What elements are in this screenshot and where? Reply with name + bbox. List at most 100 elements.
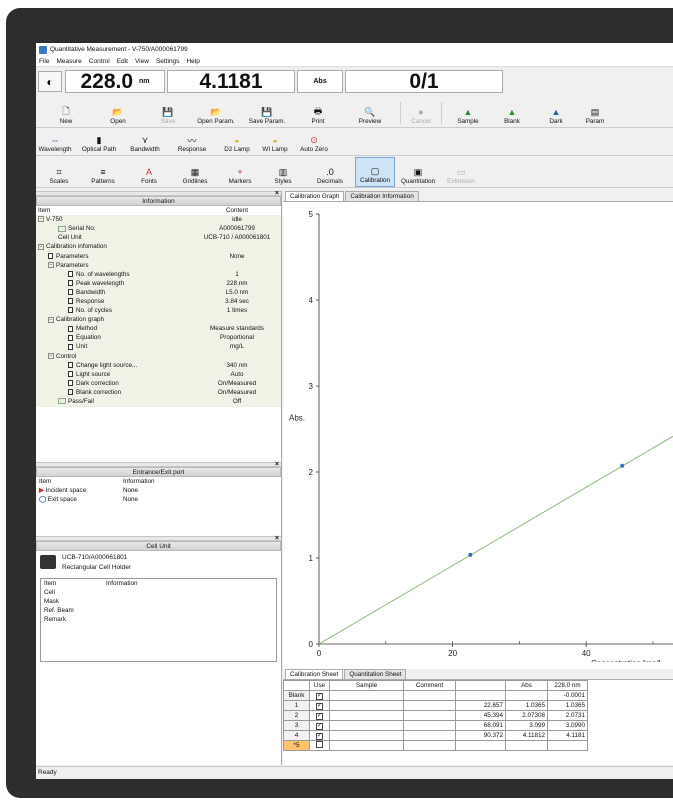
tab-calibration-graph[interactable]: Calibration Graph bbox=[285, 191, 345, 201]
sheet-cell-nm[interactable]: 2.0731 bbox=[547, 710, 588, 721]
sheet-cell-sample[interactable] bbox=[329, 700, 404, 711]
save-button[interactable]: 💾 Save bbox=[146, 99, 190, 127]
sheet-cell-comment[interactable] bbox=[403, 720, 456, 731]
calibration-button[interactable]: ▢ Calibration bbox=[355, 157, 395, 187]
sheet-row[interactable]: 3 ✓ 68.091 3.099 3.0990 bbox=[283, 720, 588, 731]
sheet-cell-nm[interactable]: -0.0001 bbox=[547, 690, 588, 701]
sheet-cell-conc[interactable] bbox=[455, 690, 506, 701]
use-checkbox[interactable] bbox=[316, 741, 323, 748]
cancel-button[interactable]: ● Cancel bbox=[405, 99, 437, 127]
sheet-cell-nm[interactable]: 3.0990 bbox=[547, 720, 588, 731]
info-row[interactable]: Equation Proportional bbox=[36, 333, 281, 343]
menu-measure[interactable]: Measure bbox=[56, 58, 81, 65]
use-checkbox[interactable]: ✓ bbox=[316, 732, 323, 740]
entrance-row[interactable]: ▶ Incident space None bbox=[36, 486, 281, 495]
sheet-cell-conc[interactable]: 68.091 bbox=[455, 720, 506, 731]
tab-calibration-information[interactable]: Calibration Information bbox=[345, 191, 419, 201]
info-row[interactable]: − Control bbox=[36, 351, 281, 362]
scales-button[interactable]: ⌗ Scales bbox=[39, 157, 79, 187]
bandwidth-button[interactable]: ⋎ Bandwidth bbox=[124, 129, 166, 155]
wavelength-button[interactable]: ⇔ Wavelength bbox=[36, 129, 74, 155]
sheet-cell-abs[interactable] bbox=[505, 740, 548, 751]
info-row[interactable]: − Calibration infomation bbox=[36, 242, 281, 252]
save-param-button[interactable]: 💾 Save Param. bbox=[242, 99, 292, 127]
info-row[interactable]: Serial No. A000061799 bbox=[36, 224, 281, 234]
info-row[interactable]: Method Measure standards bbox=[36, 324, 281, 334]
info-row[interactable]: No. of cycles 1 times bbox=[36, 306, 281, 316]
fonts-button[interactable]: A Fonts bbox=[127, 157, 171, 187]
sheet-cell-abs[interactable]: 1.0365 bbox=[505, 700, 548, 711]
collapse-icon[interactable]: − bbox=[48, 261, 54, 268]
extension-button[interactable]: ▭ Extension bbox=[441, 157, 481, 187]
sheet-row[interactable]: 4 ✓ 90.372 4.11812 4.1181 bbox=[283, 730, 588, 741]
sheet-cell-conc[interactable]: 22.657 bbox=[455, 700, 506, 711]
sheet-row-header[interactable]: 3 bbox=[283, 720, 310, 731]
info-row[interactable]: Cell Unit UCB-710 / A000061801 bbox=[36, 233, 281, 243]
decimals-button[interactable]: .0 Decimals bbox=[305, 157, 355, 187]
tab-calibration-sheet[interactable]: Calibration Sheet bbox=[285, 669, 344, 679]
menu-file[interactable]: File bbox=[39, 58, 49, 65]
sheet-cell-comment[interactable] bbox=[403, 730, 456, 741]
use-checkbox[interactable]: ✓ bbox=[316, 722, 323, 730]
menu-help[interactable]: Help bbox=[186, 58, 199, 65]
styles-button[interactable]: ▥ Styles bbox=[261, 157, 305, 187]
response-button[interactable]: 〰 Response bbox=[166, 129, 218, 155]
use-checkbox[interactable]: ✓ bbox=[316, 692, 323, 700]
preview-button[interactable]: 🔍 Preview bbox=[344, 99, 396, 127]
sheet-cell-comment[interactable] bbox=[403, 740, 456, 751]
sheet-row[interactable]: *5 bbox=[283, 740, 588, 751]
sheet-cell-comment[interactable] bbox=[403, 690, 456, 701]
menu-control[interactable]: Control bbox=[89, 58, 110, 65]
cellunit-row[interactable]: Remark bbox=[41, 615, 276, 624]
d2-lamp-button[interactable]: ◒ D2 Lamp bbox=[218, 129, 256, 155]
info-row[interactable]: Parameters None bbox=[36, 251, 281, 262]
sheet-row[interactable]: Blank ✓ -0.0001 bbox=[283, 690, 588, 701]
sheet-column-header[interactable]: Abs bbox=[505, 680, 548, 691]
info-row[interactable]: Bandwidth L5.0 nm bbox=[36, 287, 281, 298]
sheet-cell-conc[interactable] bbox=[455, 740, 506, 751]
collapse-icon[interactable]: − bbox=[38, 216, 44, 223]
blank-button[interactable]: ▲ Blank bbox=[490, 99, 534, 127]
sheet-cell-comment[interactable] bbox=[403, 700, 456, 711]
sheet-cell-abs[interactable] bbox=[505, 690, 548, 701]
sheet-cell-abs[interactable]: 2.07308 bbox=[505, 710, 548, 721]
instrument-icon[interactable]: ◐ bbox=[38, 71, 62, 92]
optical-path-button[interactable]: ▮ Optical Path bbox=[74, 129, 124, 155]
sheet-column-header[interactable] bbox=[283, 680, 310, 691]
new-button[interactable]: 🗋 New bbox=[42, 99, 90, 127]
open-param-button[interactable]: 📂 Open Param. bbox=[190, 99, 242, 127]
collapse-icon[interactable]: − bbox=[38, 243, 44, 250]
sheet-cell-nm[interactable]: 4.1181 bbox=[547, 730, 588, 741]
sheet-cell-sample[interactable] bbox=[329, 720, 404, 731]
quantitation-button[interactable]: ▣ Quantitation bbox=[395, 157, 441, 187]
auto-zero-button[interactable]: ⊙ Auto Zero bbox=[294, 129, 334, 155]
gridlines-button[interactable]: ▦ Gridlines bbox=[171, 157, 219, 187]
sheet-column-header[interactable]: 228.0 nm bbox=[547, 680, 588, 691]
sheet-row-header[interactable]: 2 bbox=[283, 710, 310, 721]
print-button[interactable]: 🖶 Print bbox=[292, 99, 344, 127]
menu-settings[interactable]: Settings bbox=[156, 58, 180, 65]
sheet-cell-conc[interactable]: 90.372 bbox=[455, 730, 506, 741]
param-button[interactable]: ▤ Param bbox=[578, 99, 612, 127]
wi-lamp-button[interactable]: ◒ WI Lamp bbox=[256, 129, 294, 155]
sheet-row-header[interactable]: Blank bbox=[283, 690, 310, 701]
sheet-cell-nm[interactable] bbox=[547, 740, 588, 751]
sheet-cell-sample[interactable] bbox=[329, 740, 404, 751]
sheet-cell-nm[interactable]: 1.0365 bbox=[547, 700, 588, 711]
info-row[interactable]: Blank correction On/Measured bbox=[36, 387, 281, 398]
sheet-row[interactable]: 1 ✓ 22.657 1.0365 1.0365 bbox=[283, 700, 588, 711]
markers-button[interactable]: + Markers bbox=[219, 157, 261, 187]
sheet-cell-comment[interactable] bbox=[403, 710, 456, 721]
info-row[interactable]: − Parameters bbox=[36, 260, 281, 271]
info-row[interactable]: No. of wavelengths 1 bbox=[36, 269, 281, 280]
info-row[interactable]: Light source Auto bbox=[36, 369, 281, 380]
sheet-column-header[interactable]: Comment bbox=[403, 680, 456, 691]
sheet-row[interactable]: 2 ✓ 45.394 2.07308 2.0731 bbox=[283, 710, 588, 721]
sheet-cell-sample[interactable] bbox=[329, 690, 404, 701]
sheet-column-header[interactable]: Use bbox=[309, 680, 330, 691]
info-row[interactable]: − V-750 idle bbox=[36, 215, 281, 225]
info-row[interactable]: Dark correction On/Measured bbox=[36, 378, 281, 389]
sheet-row-header[interactable]: *5 bbox=[283, 740, 310, 751]
sheet-cell-abs[interactable]: 4.11812 bbox=[505, 730, 548, 741]
dark-button[interactable]: ▲ Dark bbox=[534, 99, 578, 127]
